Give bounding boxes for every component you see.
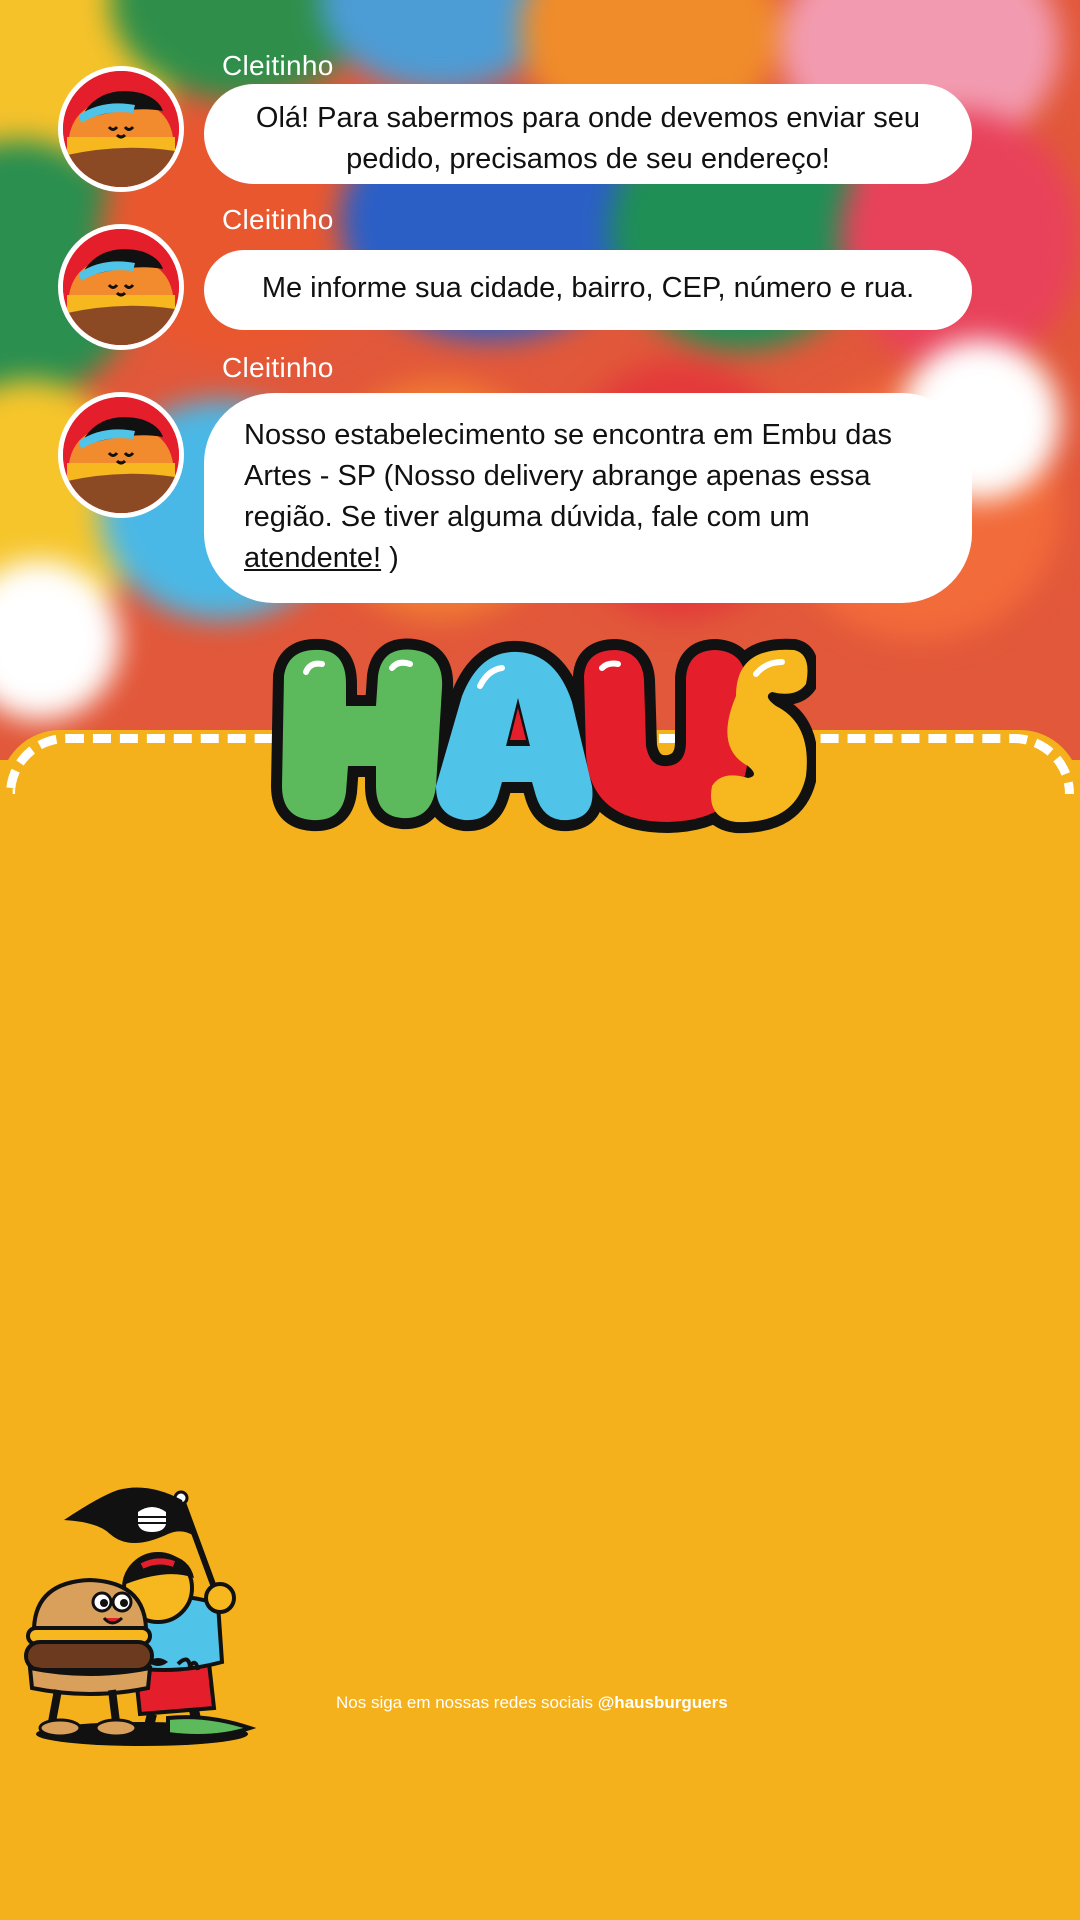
- message-text-end: ): [381, 542, 399, 574]
- message-text: Nosso estabelecimento se encontra em Emb…: [244, 419, 893, 533]
- burger-mascot-avatar-icon: [58, 392, 184, 518]
- sender-name: Cleitinho: [222, 352, 334, 383]
- instagram-handle[interactable]: @hausburguers: [598, 1693, 728, 1712]
- social-footer: Nos siga em nossas redes sociais @hausbu…: [336, 1693, 728, 1713]
- haus-logo: [266, 636, 819, 841]
- attendant-link[interactable]: atendente!: [244, 542, 381, 574]
- footer-text: Nos siga em nossas redes sociais: [336, 1693, 598, 1712]
- burger-mascot-avatar-icon: [58, 224, 184, 350]
- burger-mascots-illustration: [18, 1478, 268, 1748]
- sender-name: Cleitinho: [222, 204, 334, 235]
- burger-mascot-avatar-icon: [58, 66, 184, 192]
- message-bubble: Me informe sua cidade, bairro, CEP, núme…: [204, 250, 972, 330]
- message-bubble: Nosso estabelecimento se encontra em Emb…: [204, 393, 972, 603]
- sender-name: Cleitinho: [222, 50, 334, 81]
- message-bubble: Olá! Para sabermos para onde devemos env…: [204, 84, 972, 184]
